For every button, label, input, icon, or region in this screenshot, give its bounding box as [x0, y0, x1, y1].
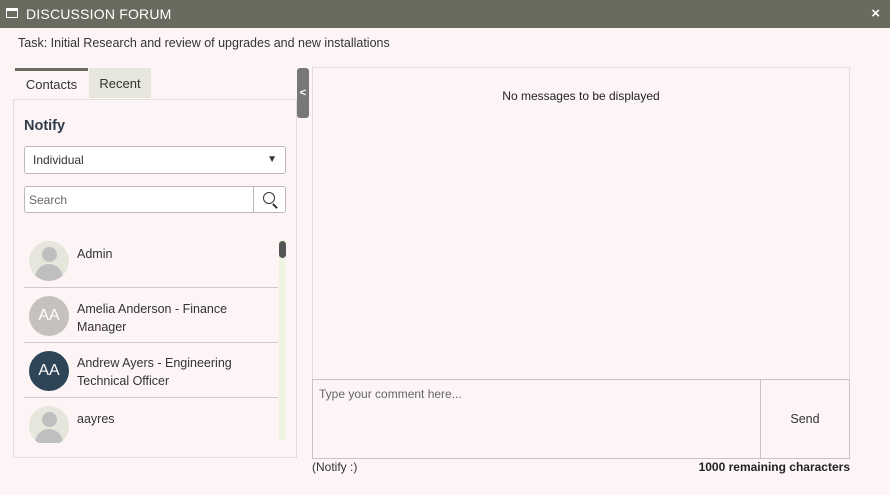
- avatar: AA: [29, 351, 69, 391]
- collapse-panel-button[interactable]: <: [297, 68, 309, 118]
- notify-type-select[interactable]: Individual ▼: [24, 146, 286, 174]
- comment-box: [312, 379, 761, 459]
- notify-footer: (Notify :): [312, 460, 358, 474]
- task-title: Task: Initial Research and review of upg…: [18, 36, 390, 50]
- contact-name: Amelia Anderson - Finance Manager: [77, 302, 228, 334]
- contacts-panel: Notify Individual ▼ Admin AA Amelia Ande…: [13, 99, 297, 458]
- comment-input[interactable]: [313, 380, 760, 458]
- scrollbar-thumb[interactable]: [279, 241, 286, 258]
- message-area: No messages to be displayed: [312, 67, 850, 380]
- contact-list: Admin AA Amelia Anderson - Finance Manag…: [24, 233, 278, 443]
- tab-recent[interactable]: Recent: [89, 68, 151, 98]
- tab-contacts[interactable]: Contacts: [15, 68, 88, 98]
- window-title: DISCUSSION FORUM: [26, 6, 172, 22]
- title-bar: DISCUSSION FORUM ×: [0, 0, 890, 28]
- contact-name: Admin: [77, 247, 113, 261]
- send-button[interactable]: Send: [760, 379, 850, 459]
- search-button[interactable]: [253, 187, 285, 212]
- avatar: [29, 406, 69, 443]
- contact-name: aayres: [77, 412, 115, 426]
- user-icon: [42, 247, 57, 262]
- contact-item-aayres[interactable]: aayres: [24, 398, 278, 443]
- notify-type-value: Individual: [33, 153, 84, 167]
- remaining-characters: 1000 remaining characters: [698, 460, 850, 474]
- contact-item-amelia-anderson[interactable]: AA Amelia Anderson - Finance Manager: [24, 288, 278, 343]
- contact-item-admin[interactable]: Admin: [24, 233, 278, 288]
- user-icon: [42, 412, 57, 427]
- avatar: [29, 241, 69, 281]
- empty-messages-text: No messages to be displayed: [502, 89, 660, 103]
- caret-down-icon: ▼: [267, 154, 277, 165]
- search-input[interactable]: [25, 187, 253, 212]
- contact-name: Andrew Ayers - Engineering Technical Off…: [77, 356, 232, 388]
- tab-bar: Contacts Recent: [15, 68, 151, 98]
- notify-heading: Notify: [24, 118, 66, 134]
- window-icon: [6, 8, 18, 18]
- search-box: [24, 186, 286, 213]
- close-icon[interactable]: ×: [871, 5, 880, 22]
- avatar: AA: [29, 296, 69, 336]
- contact-item-andrew-ayers[interactable]: AA Andrew Ayers - Engineering Technical …: [24, 343, 278, 398]
- contact-list-scrollbar[interactable]: [279, 240, 286, 440]
